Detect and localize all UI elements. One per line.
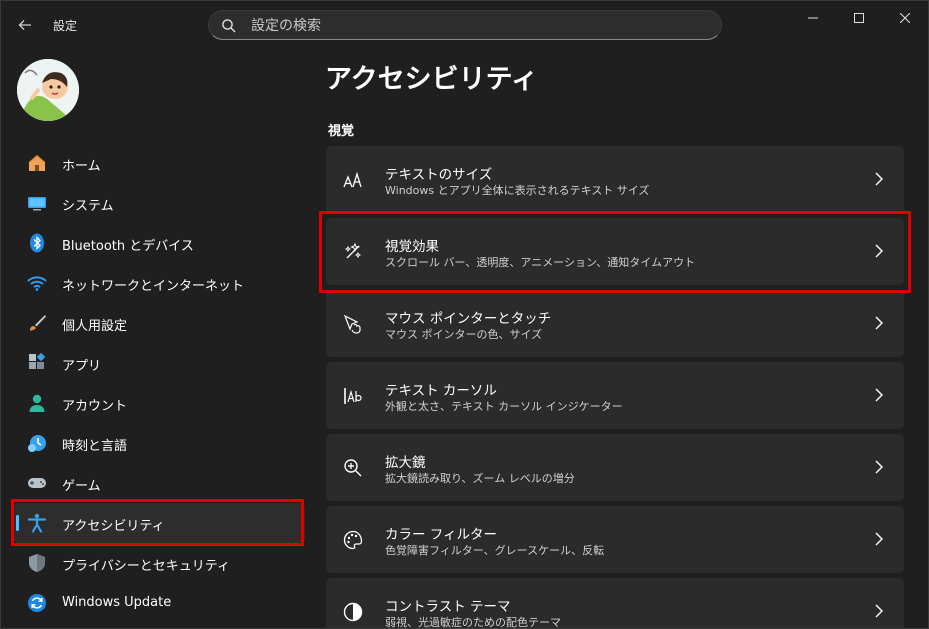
sidebar-item-home[interactable]: ホーム	[13, 143, 305, 183]
sidebar-item-personalization[interactable]: 個人用設定	[13, 303, 305, 343]
bluetooth-icon	[30, 233, 44, 253]
avatar-illustration	[17, 59, 79, 121]
card-mouse-pointer-touch[interactable]: マウス ポインターとタッチ マウス ポインターの色、サイズ	[326, 290, 904, 357]
avatar[interactable]	[17, 59, 79, 121]
apps-icon	[29, 353, 46, 369]
sidebar-item-accounts[interactable]: アカウント	[13, 383, 305, 423]
card-title: マウス ポインターとタッチ	[385, 311, 552, 327]
card-subtitle: 外観と太さ、テキスト カーソル インジケーター	[385, 400, 623, 413]
account-icon	[29, 394, 45, 412]
card-title: コントラスト テーマ	[385, 599, 511, 615]
mouse-pointer-icon	[343, 314, 361, 334]
highlight-visual-effects	[319, 211, 911, 293]
back-button[interactable]	[13, 13, 37, 37]
chevron-right-icon	[875, 316, 883, 330]
maximize-button[interactable]	[836, 1, 882, 35]
minimize-button[interactable]	[790, 1, 836, 35]
chevron-right-icon	[875, 460, 883, 474]
settings-window: 設定 ホーム	[0, 0, 929, 629]
magnifier-icon	[344, 459, 362, 477]
chevron-right-icon	[875, 172, 883, 186]
chevron-right-icon	[875, 604, 883, 618]
brush-icon	[30, 315, 46, 331]
sidebar-item-apps[interactable]: アプリ	[13, 343, 305, 383]
sidebar-item-time-language[interactable]: 時刻と言語	[13, 423, 305, 463]
contrast-icon	[343, 602, 363, 622]
sidebar-item-bluetooth[interactable]: Bluetooth とデバイス	[13, 223, 305, 263]
sidebar-item-windows-update[interactable]: Windows Update	[13, 583, 305, 623]
maximize-icon	[854, 13, 864, 23]
text-cursor-icon	[344, 388, 362, 404]
sidebar-item-label: アプリ	[62, 359, 102, 374]
color-filter-icon	[343, 530, 363, 550]
chevron-right-icon	[875, 388, 883, 402]
text-size-icon	[343, 171, 362, 188]
card-color-filter[interactable]: カラー フィルター 色覚障害フィルター、グレースケール、反転	[326, 506, 904, 573]
section-title: 視覚	[328, 124, 355, 139]
card-title: テキスト カーソル	[385, 383, 497, 399]
sidebar-item-label: プライバシーとセキュリティ	[62, 559, 230, 574]
wifi-icon	[27, 276, 47, 291]
system-icon	[28, 197, 46, 211]
page-title: アクセシビリティ	[325, 64, 539, 95]
card-text-size[interactable]: テキストのサイズ Windows とアプリ全体に表示されるテキスト サイズ	[326, 146, 904, 213]
gamepad-icon	[28, 478, 46, 488]
update-icon	[28, 594, 46, 612]
sidebar-item-network[interactable]: ネットワークとインターネット	[13, 263, 305, 303]
card-text-cursor[interactable]: テキスト カーソル 外観と太さ、テキスト カーソル インジケーター	[326, 362, 904, 429]
sidebar-item-label: Windows Update	[62, 595, 172, 610]
sidebar-item-label: ゲーム	[62, 479, 101, 494]
chevron-right-icon	[875, 532, 883, 546]
card-subtitle: 色覚障害フィルター、グレースケール、反転	[385, 544, 605, 557]
card-subtitle: 弱視、光過敏症のための配色テーマ	[385, 616, 561, 629]
card-magnifier[interactable]: 拡大鏡 拡大鏡読み取り、ズーム レベルの増分	[326, 434, 904, 501]
card-title: カラー フィルター	[385, 527, 498, 543]
home-icon	[29, 155, 45, 171]
close-button[interactable]	[882, 1, 928, 35]
sidebar-item-label: 時刻と言語	[62, 439, 128, 454]
search-box[interactable]	[208, 10, 722, 41]
close-icon	[900, 13, 910, 23]
sidebar-item-label: Bluetooth とデバイス	[62, 239, 194, 254]
card-subtitle: マウス ポインターの色、サイズ	[385, 328, 543, 341]
shield-icon	[29, 554, 45, 572]
time-language-icon	[28, 435, 46, 452]
minimize-icon	[808, 17, 818, 19]
app-title: 設定	[53, 19, 78, 33]
card-contrast-themes[interactable]: コントラスト テーマ 弱視、光過敏症のための配色テーマ	[326, 578, 904, 629]
card-subtitle: 拡大鏡読み取り、ズーム レベルの増分	[385, 472, 575, 485]
sidebar-nav: ホーム システム Bluetooth とデバイス ネットワークとインターネット …	[13, 143, 305, 623]
sidebar-item-label: システム	[62, 199, 114, 214]
card-title: テキストのサイズ	[385, 167, 493, 183]
card-subtitle: Windows とアプリ全体に表示されるテキスト サイズ	[385, 184, 650, 197]
sidebar-item-label: 個人用設定	[62, 319, 128, 334]
sidebar-item-privacy-security[interactable]: プライバシーとセキュリティ	[13, 543, 305, 583]
search-icon	[222, 19, 236, 33]
title-bar: 設定	[1, 1, 928, 49]
highlight-accessibility	[11, 499, 304, 546]
card-title: 拡大鏡	[385, 455, 426, 471]
sidebar-item-label: アカウント	[62, 399, 128, 414]
sidebar-item-label: ホーム	[62, 159, 101, 174]
sidebar-item-gaming[interactable]: ゲーム	[13, 463, 305, 503]
search-input[interactable]	[249, 11, 703, 41]
sidebar-item-label: ネットワークとインターネット	[62, 279, 245, 294]
back-arrow-icon	[18, 20, 31, 30]
sidebar-item-system[interactable]: システム	[13, 183, 305, 223]
